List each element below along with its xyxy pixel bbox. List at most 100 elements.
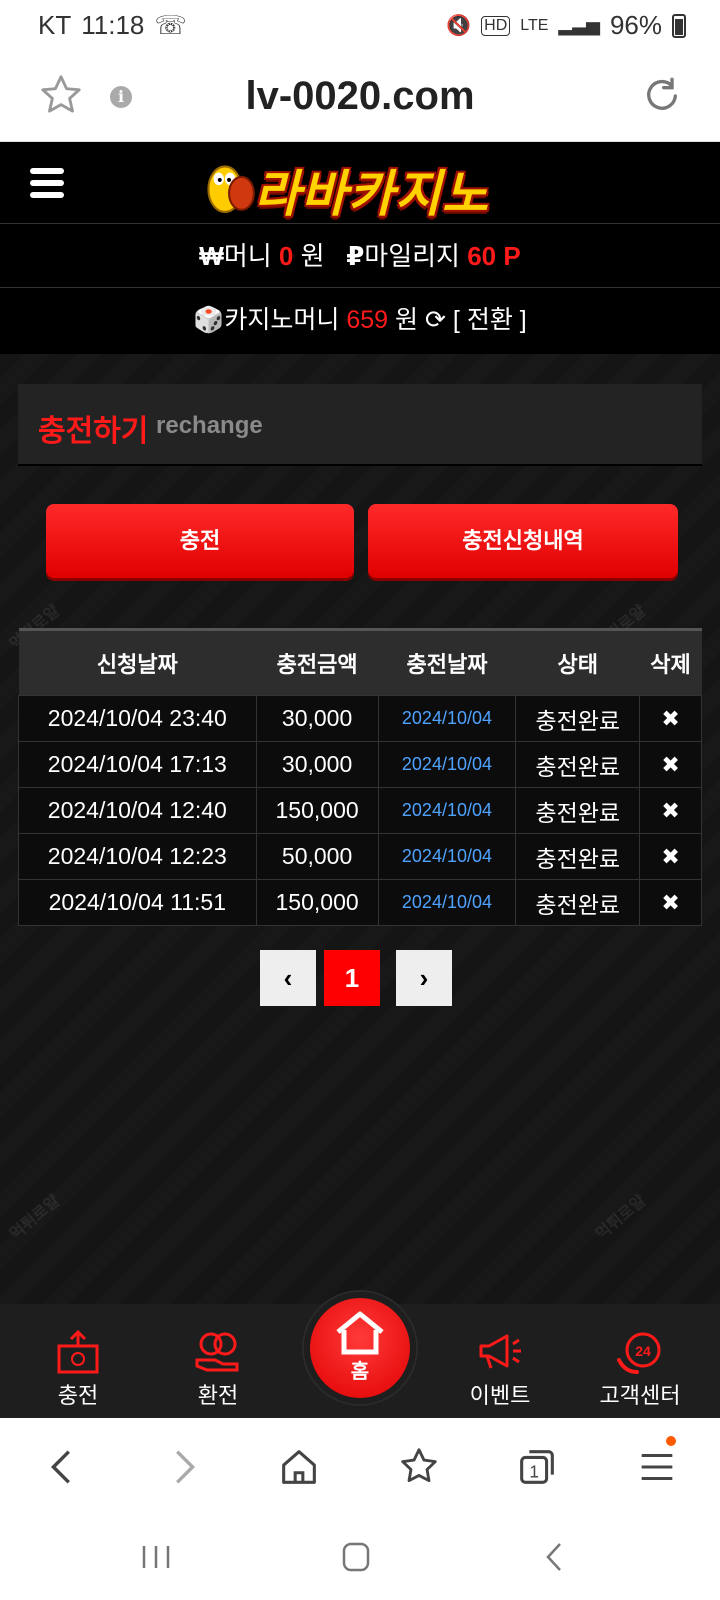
page-title: 충전하기 xyxy=(38,415,149,448)
battery-icon xyxy=(672,13,686,38)
next-page-button[interactable]: › xyxy=(396,950,452,1006)
watermark: 먹튀로얄 xyxy=(7,1192,64,1244)
charge-history-table: 신청날짜 충전금액 충전날짜 상태 삭제 2024/10/04 23:40 30… xyxy=(18,628,702,926)
nav-exchange[interactable]: 환전 xyxy=(158,1330,278,1410)
delete-icon[interactable]: ✖ xyxy=(639,879,702,926)
svg-text:1: 1 xyxy=(529,1462,539,1482)
charge-date-cell: 2024/10/04 xyxy=(377,741,517,788)
nav-support[interactable]: 24 고객센터 xyxy=(580,1330,700,1410)
column-header: 충전금액 xyxy=(256,628,379,696)
android-nav-bar xyxy=(0,1514,720,1600)
back-icon[interactable] xyxy=(40,1444,86,1490)
table-row: 2024/10/04 12:23 50,000 2024/10/04 충전완료 … xyxy=(18,833,702,880)
site-header: 라바카지노 xyxy=(0,142,720,224)
nav-event[interactable]: 이벤트 xyxy=(440,1330,560,1410)
browser-toolbar: 1 xyxy=(0,1418,720,1514)
status-cell: 충전완료 xyxy=(515,695,641,742)
amount-cell: 50,000 xyxy=(255,833,379,880)
menu-icon[interactable] xyxy=(634,1444,680,1490)
money-label: 머니 xyxy=(223,241,272,271)
charge-date-cell: 2024/10/04 xyxy=(377,879,517,926)
dice-icon: 🎲 xyxy=(193,306,225,334)
mileage-label: 마일리지 xyxy=(364,241,460,271)
charge-button[interactable]: 충전 xyxy=(46,504,354,578)
delete-icon[interactable]: ✖ xyxy=(639,695,702,742)
casino-money-label: 카지노머니 xyxy=(224,306,340,334)
casino-money-bar: 🎲카지노머니 659 원 ⟳ [ 전환 ] xyxy=(0,288,720,354)
charge-date-cell: 2024/10/04 xyxy=(377,695,517,742)
table-row: 2024/10/04 11:51 150,000 2024/10/04 충전완료… xyxy=(18,879,702,926)
watermark: 먹튀로얄 xyxy=(593,1192,650,1244)
charge-box-icon xyxy=(57,1330,99,1374)
battery-level: 96% xyxy=(609,10,662,40)
column-header: 삭제 xyxy=(639,628,702,696)
android-back-icon[interactable] xyxy=(536,1540,576,1574)
delete-icon[interactable]: ✖ xyxy=(639,833,702,880)
page-title-panel: 충전하기 rechange xyxy=(18,384,702,466)
status-bar: KT 11:18 ☏ 🔇 HD LTE ▂▃▅ 96% xyxy=(0,0,720,50)
request-date-cell: 2024/10/04 23:40 xyxy=(18,695,257,742)
refresh-icon[interactable]: ⟳ xyxy=(425,306,446,334)
delete-icon[interactable]: ✖ xyxy=(639,787,702,834)
column-header: 신청날짜 xyxy=(18,628,257,696)
reload-icon[interactable] xyxy=(642,76,682,116)
recent-apps-icon[interactable] xyxy=(136,1540,176,1574)
site-bottom-nav: 충전 환전 홈 이벤트 24 고객센터 xyxy=(0,1292,720,1418)
column-header: 상태 xyxy=(515,628,640,696)
carrier: KT xyxy=(38,10,72,40)
request-date-cell: 2024/10/04 17:13 xyxy=(18,741,257,788)
table-row: 2024/10/04 23:40 30,000 2024/10/04 충전완료 … xyxy=(18,695,702,742)
charge-history-button[interactable]: 충전신청내역 xyxy=(368,504,678,578)
amount-cell: 30,000 xyxy=(255,695,379,742)
home-icon xyxy=(336,1311,384,1355)
svg-text:24: 24 xyxy=(635,1343,651,1359)
bookmarks-icon[interactable] xyxy=(396,1444,442,1490)
nav-support-label: 고객센터 xyxy=(599,1383,681,1408)
casino-money-value: 659 xyxy=(346,306,389,334)
convert-button[interactable]: [ 전환 ] xyxy=(453,306,527,334)
forward-icon[interactable] xyxy=(160,1444,206,1490)
status-cell: 충전완료 xyxy=(515,787,641,834)
nav-home-button[interactable]: 홈 xyxy=(304,1292,416,1404)
hd-icon: HD xyxy=(481,15,511,36)
browser-address-bar: i lv-0020.com xyxy=(0,50,720,142)
url-text[interactable]: lv-0020.com xyxy=(0,74,720,119)
notification-dot xyxy=(666,1436,676,1446)
column-header: 충전날짜 xyxy=(378,628,516,696)
prev-page-button[interactable]: ‹ xyxy=(260,950,316,1006)
money-value: 0 xyxy=(278,241,294,271)
request-date-cell: 2024/10/04 11:51 xyxy=(18,879,257,926)
delete-icon[interactable]: ✖ xyxy=(639,741,702,788)
main-content: 먹튀로얄 먹튀로얄 먹튀로얄 먹튀로얄 충전하기 rechange 충전 충전신… xyxy=(0,354,720,1304)
wifi-call-icon: ☏ xyxy=(154,10,187,40)
menu-icon[interactable] xyxy=(30,168,64,198)
site-logo[interactable]: 라바카지노 xyxy=(196,150,526,222)
nav-exchange-label: 환전 xyxy=(197,1383,239,1408)
amount-cell: 150,000 xyxy=(255,787,379,834)
signal-icon: ▂▃▅ xyxy=(558,15,600,35)
nav-charge-label: 충전 xyxy=(57,1383,99,1408)
amount-cell: 30,000 xyxy=(255,741,379,788)
table-header-row: 신청날짜 충전금액 충전날짜 상태 삭제 xyxy=(18,628,702,696)
tabs-icon[interactable]: 1 xyxy=(514,1444,560,1490)
table-row: 2024/10/04 12:40 150,000 2024/10/04 충전완료… xyxy=(18,787,702,834)
request-date-cell: 2024/10/04 12:40 xyxy=(18,787,257,834)
home-icon[interactable] xyxy=(276,1444,322,1490)
nav-home-label: 홈 xyxy=(350,1361,370,1383)
android-home-icon[interactable] xyxy=(336,1540,376,1574)
page-number-button[interactable]: 1 xyxy=(324,950,380,1006)
clock: 11:18 xyxy=(81,10,145,40)
charge-date-cell: 2024/10/04 xyxy=(377,787,517,834)
page-subtitle: rechange xyxy=(156,412,263,439)
network-type: LTE xyxy=(520,16,549,34)
charge-date-cell: 2024/10/04 xyxy=(377,833,517,880)
megaphone-icon xyxy=(479,1334,521,1369)
support-24-icon: 24 xyxy=(617,1332,661,1374)
money-unit: 원 xyxy=(300,241,325,271)
status-cell: 충전완료 xyxy=(515,741,641,788)
status-cell: 충전완료 xyxy=(515,879,641,926)
mileage-value: 60 P xyxy=(467,241,521,271)
nav-event-label: 이벤트 xyxy=(469,1383,531,1408)
casino-money-unit: 원 xyxy=(395,306,419,334)
nav-charge[interactable]: 충전 xyxy=(18,1330,138,1410)
